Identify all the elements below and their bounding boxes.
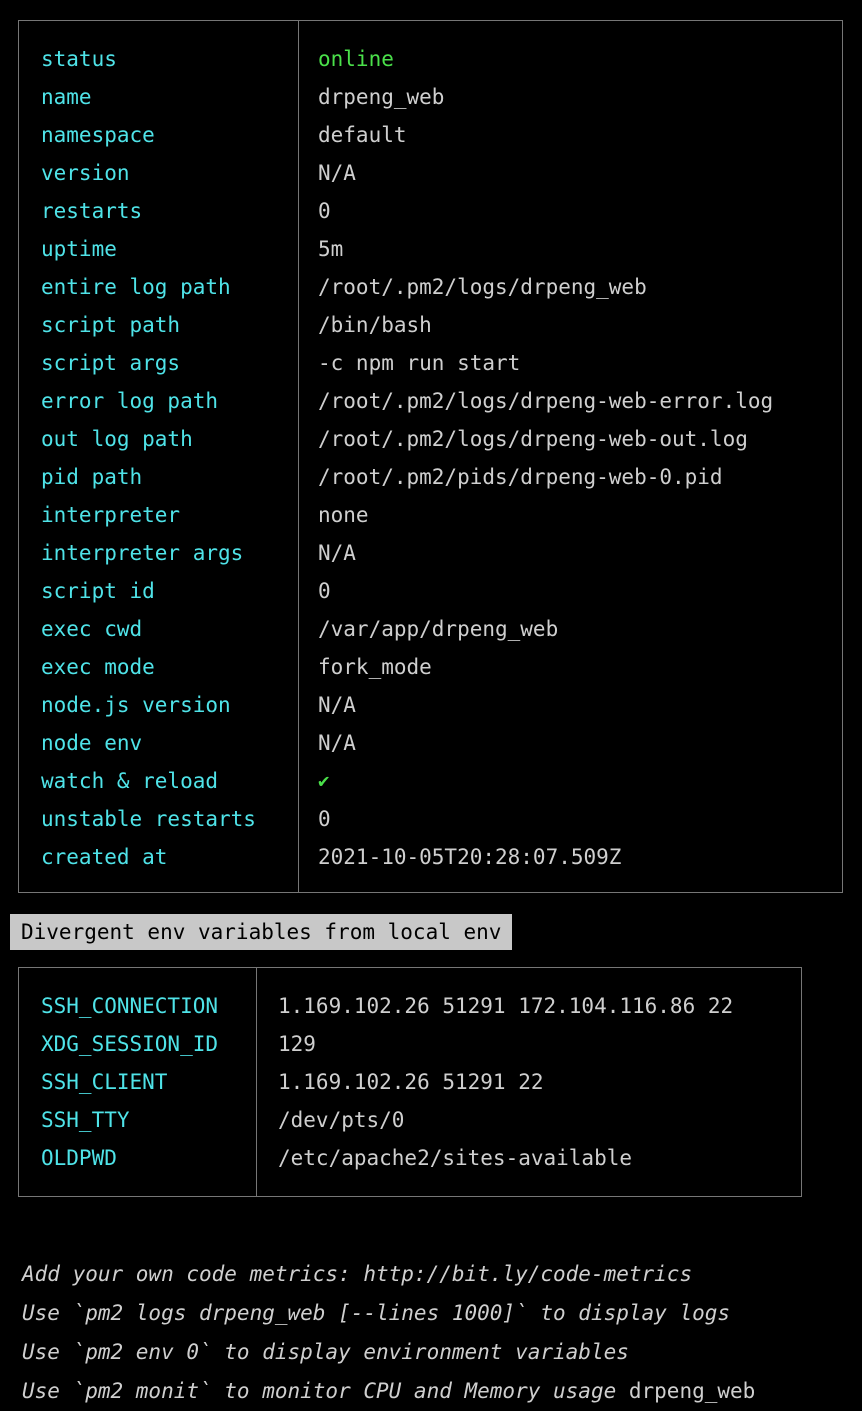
env-variable-name: XDG_SESSION_ID: [41, 1032, 219, 1056]
process-info-value: default: [318, 123, 407, 147]
watch-reload-check-icon: ✔: [318, 770, 330, 792]
hint-text-italic: Add your own code metrics: http://bit.ly…: [22, 1262, 693, 1286]
process-info-row: unstable restarts 0: [19, 800, 842, 838]
process-info-key: entire log path: [41, 275, 231, 299]
env-table-rows: SSH_CONNECTION 1.169.102.26 51291 172.104…: [19, 987, 801, 1177]
hint-text-italic: Use `pm2 logs drpeng_web [--lines 1000]`…: [22, 1301, 731, 1325]
process-info-value: 0: [318, 199, 331, 223]
process-info-key: uptime: [41, 237, 117, 261]
process-info-row: out log path/root/.pm2/logs/drpeng-web-o…: [19, 420, 842, 458]
process-info-value: N/A: [318, 693, 356, 717]
process-info-value: 0: [318, 579, 331, 603]
process-info-row: name drpeng_web: [19, 78, 842, 116]
process-info-value: /root/.pm2/pids/drpeng-web-0.pid: [318, 465, 723, 489]
process-info-key: interpreter: [41, 503, 181, 527]
process-info-value: drpeng_web: [318, 85, 445, 109]
process-info-key: node.js version: [41, 693, 231, 717]
status-badge: online: [318, 47, 394, 71]
process-info-value: /root/.pm2/logs/drpeng_web: [318, 275, 647, 299]
env-variable-row: SSH_TTY/dev/pts/0: [19, 1101, 801, 1139]
process-info-value: fork_mode: [318, 655, 432, 679]
process-info-key: status: [41, 47, 117, 71]
process-info-key: created at: [41, 845, 168, 869]
env-variable-row: SSH_CLIENT 1.169.102.26 51291 22: [19, 1063, 801, 1101]
process-info-row: created at 2021-10-05T20:28:07.509Z: [19, 838, 842, 876]
hint-text-italic: Use `pm2 monit` to monitor CPU and Memor…: [22, 1379, 617, 1403]
process-info-row: namespace default: [19, 116, 842, 154]
process-info-row: script path/bin/bash: [19, 306, 842, 344]
process-info-value: /bin/bash: [318, 313, 432, 337]
process-info-value: /root/.pm2/logs/drpeng-web-error.log: [318, 389, 774, 413]
hint-text-upright: drpeng_web: [616, 1379, 756, 1403]
process-info-row: exec cwd/var/app/drpeng_web: [19, 610, 842, 648]
process-info-row: watch & reload ✔: [19, 762, 842, 800]
hint-text-italic: Use `pm2 env 0` to display environment v…: [22, 1340, 629, 1364]
env-variable-value: 1.169.102.26 51291 22: [278, 1070, 544, 1094]
process-info-key: node env: [41, 731, 143, 755]
env-variable-value: 129: [278, 1032, 316, 1056]
process-info-row: interpreter args N/A: [19, 534, 842, 572]
process-info-value: N/A: [318, 541, 356, 565]
process-info-key: script args: [41, 351, 181, 375]
process-info-value: N/A: [318, 731, 356, 755]
process-info-key: interpreter args: [41, 541, 244, 565]
process-info-key: error log path: [41, 389, 219, 413]
env-variable-name: SSH_CLIENT: [41, 1070, 168, 1094]
process-info-key: version: [41, 161, 130, 185]
process-info-key: pid path: [41, 465, 143, 489]
process-info-row: script args -c npm run start: [19, 344, 842, 382]
process-info-key: watch & reload: [41, 769, 219, 793]
process-info-row: error log path/root/.pm2/logs/drpeng-web…: [19, 382, 842, 420]
process-info-key: script path: [41, 313, 181, 337]
process-info-value: none: [318, 503, 369, 527]
env-variable-value: /etc/apache2/sites-available: [278, 1146, 633, 1170]
process-info-row: interpreter none: [19, 496, 842, 534]
process-info-row: uptime 5m: [19, 230, 842, 268]
divergent-env-table: SSH_CONNECTION 1.169.102.26 51291 172.104…: [18, 967, 802, 1197]
hint-line: Use `pm2 monit` to monitor CPU and Memor…: [22, 1372, 862, 1411]
process-info-value: N/A: [318, 161, 356, 185]
divergent-env-heading: Divergent env variables from local env: [10, 914, 513, 950]
footer-hint-lines: Add your own code metrics: http://bit.ly…: [22, 1255, 862, 1411]
env-variable-row: XDG_SESSION_ID 129: [19, 1025, 801, 1063]
process-info-row: status online: [19, 40, 842, 78]
hint-line: Add your own code metrics: http://bit.ly…: [22, 1255, 862, 1294]
process-info-row: entire log path/root/.pm2/logs/drpeng_we…: [19, 268, 842, 306]
process-table-rows: status online name drpeng_web namespace defau…: [19, 40, 842, 876]
hint-line: Use `pm2 env 0` to display environment v…: [22, 1333, 862, 1372]
process-info-value: -c npm run start: [318, 351, 521, 375]
process-info-row: node env N/A: [19, 724, 842, 762]
process-info-key: out log path: [41, 427, 193, 451]
process-info-value: /var/app/drpeng_web: [318, 617, 559, 641]
env-variable-row: OLDPWD/etc/apache2/sites-available: [19, 1139, 801, 1177]
env-variable-value: /dev/pts/0: [278, 1108, 405, 1132]
process-info-key: unstable restarts: [41, 807, 256, 831]
env-variable-name: SSH_CONNECTION: [41, 994, 219, 1018]
process-info-row: restarts 0: [19, 192, 842, 230]
process-info-row: pid path/root/.pm2/pids/drpeng-web-0.pid: [19, 458, 842, 496]
hint-line: Use `pm2 logs drpeng_web [--lines 1000]`…: [22, 1294, 862, 1333]
process-info-value: /root/.pm2/logs/drpeng-web-out.log: [318, 427, 748, 451]
env-variable-row: SSH_CONNECTION 1.169.102.26 51291 172.104…: [19, 987, 801, 1025]
process-info-key: exec mode: [41, 655, 155, 679]
process-info-table: status online name drpeng_web namespace defau…: [18, 20, 843, 893]
process-info-key: namespace: [41, 123, 155, 147]
process-info-key: restarts: [41, 199, 143, 223]
env-variable-name: OLDPWD: [41, 1146, 117, 1170]
process-info-key: script id: [41, 579, 155, 603]
env-variable-value: 1.169.102.26 51291 172.104.116.86 22: [278, 994, 734, 1018]
process-info-row: version N/A: [19, 154, 842, 192]
process-info-value: 2021-10-05T20:28:07.509Z: [318, 845, 622, 869]
process-info-value: 5m: [318, 237, 344, 261]
env-variable-name: SSH_TTY: [41, 1108, 130, 1132]
process-info-row: node.js version N/A: [19, 686, 842, 724]
process-info-value: 0: [318, 807, 331, 831]
process-info-row: script id 0: [19, 572, 842, 610]
process-info-row: exec mode fork_mode: [19, 648, 842, 686]
process-info-key: exec cwd: [41, 617, 143, 641]
process-info-key: name: [41, 85, 92, 109]
